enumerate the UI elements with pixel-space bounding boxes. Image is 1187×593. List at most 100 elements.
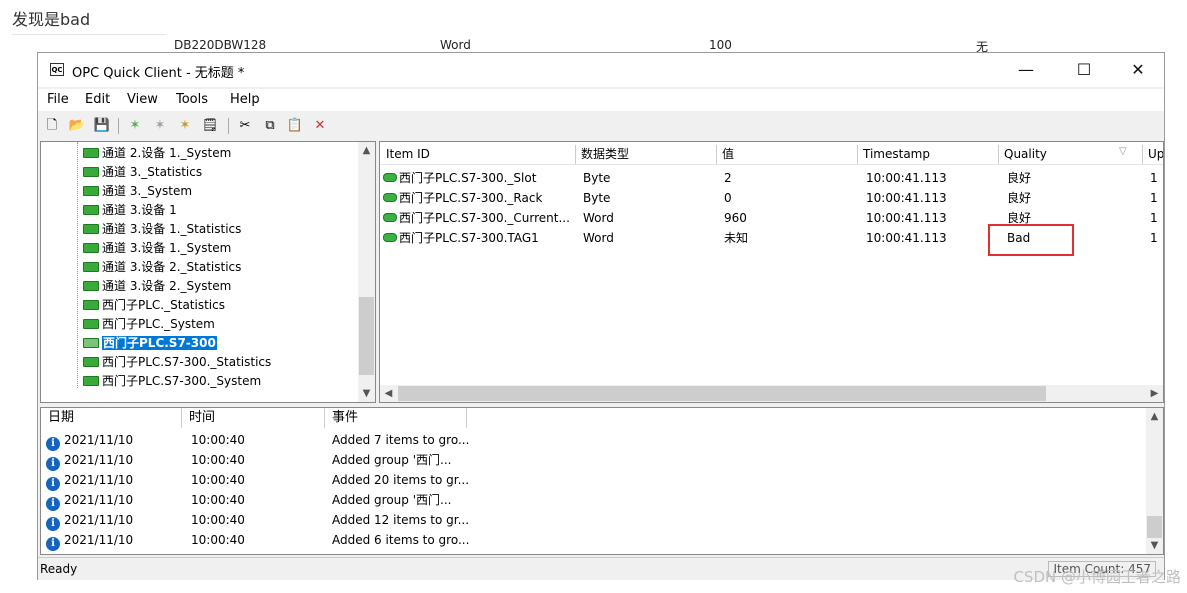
copy-icon[interactable]: ⧉ (261, 117, 279, 135)
log-date-cell: i 2021/11/10 (46, 450, 133, 471)
caption-text: 发现是bad (12, 10, 91, 29)
scroll-thumb[interactable] (1147, 516, 1162, 538)
log-time-cell: 10:00:40 (191, 473, 245, 487)
data-type-cell: Word (583, 231, 614, 245)
update-count-cell: 1 (1150, 171, 1158, 185)
col-header-item-id[interactable]: Item ID (381, 145, 576, 164)
timestamp-cell: 10:00:41.113 (866, 191, 947, 205)
info-icon: i (46, 457, 60, 471)
update-count-cell: 1 (1150, 231, 1158, 245)
tree-item[interactable]: 西门子PLC.S7-300._Statistics (83, 353, 271, 371)
col-header-timestamp[interactable]: Timestamp (858, 145, 999, 164)
title-bar[interactable]: QC OPC Quick Client - 无标题 * — ☐ ✕ (38, 53, 1164, 87)
col-header-update-count[interactable]: Up (1143, 145, 1163, 164)
properties-icon[interactable]: 🗒 (201, 117, 219, 135)
tag-icon (383, 213, 397, 222)
divider (12, 34, 167, 35)
event-log-panel[interactable]: 日期 时间 事件 i 2021/11/10 10:00:40 Added 7 it… (40, 407, 1164, 555)
menu-bar: File Edit View Tools Help (38, 89, 1164, 111)
scroll-thumb[interactable] (398, 386, 1046, 401)
folder-icon (83, 205, 99, 215)
scroll-down-icon[interactable]: ▼ (358, 385, 375, 402)
items-list-panel[interactable]: Item ID 数据类型 值 Timestamp Quality ▽ Up 西门… (379, 141, 1164, 403)
tree-item[interactable]: 西门子PLC._Statistics (83, 296, 225, 314)
items-horizontal-scrollbar[interactable]: ◀ ▶ (380, 385, 1163, 402)
item-id-cell: 西门子PLC.S7-300._Slot (383, 169, 536, 187)
status-bar: Ready Item Count: 457 (38, 557, 1164, 580)
highlight-box (988, 224, 1074, 256)
tree-item-selected[interactable]: 西门子PLC.S7-300 (83, 334, 218, 352)
new-server-icon[interactable]: ✶ (126, 117, 144, 135)
toolbar: 🗋 📂 💾 ✶ ✶ ✶ 🗒 ✂ ⧉ 📋 ✕ (38, 113, 1164, 139)
paste-icon[interactable]: 📋 (286, 117, 304, 135)
folder-icon (83, 300, 99, 310)
group-tree-panel[interactable]: 通道 2.设备 1._System 通道 3._Statistics 通道 3.… (40, 141, 376, 403)
tag-icon (383, 173, 397, 182)
info-icon: i (46, 537, 60, 551)
quality-cell: 良好 (1007, 171, 1032, 185)
tree-item[interactable]: 通道 2.设备 1._System (83, 144, 231, 162)
tree-item[interactable]: 通道 3.设备 2._System (83, 277, 231, 295)
log-date-cell: i 2021/11/10 (46, 430, 133, 451)
item-id-cell: 西门子PLC.S7-300.TAG1 (383, 229, 539, 247)
tree-item[interactable]: 西门子PLC.S7-300._System (83, 372, 261, 390)
folder-icon (83, 186, 99, 196)
col-header-event[interactable]: 事件 (325, 408, 467, 428)
scroll-right-icon[interactable]: ▶ (1146, 385, 1163, 402)
scroll-down-icon[interactable]: ▼ (1146, 537, 1163, 554)
item-id-cell: 西门子PLC.S7-300._Current... (383, 209, 570, 227)
new-group-icon[interactable]: ✶ (151, 117, 169, 135)
update-count-cell: 1 (1150, 211, 1158, 225)
menu-edit[interactable]: Edit (85, 92, 110, 107)
bg-cell: 100 (709, 38, 732, 52)
scroll-left-icon[interactable]: ◀ (380, 385, 397, 402)
log-scrollbar[interactable]: ▲ ▼ (1146, 408, 1163, 554)
toolbar-separator (118, 118, 119, 134)
scroll-up-icon[interactable]: ▲ (358, 142, 375, 159)
scroll-up-icon[interactable]: ▲ (1146, 408, 1163, 425)
folder-icon (83, 376, 99, 386)
menu-file[interactable]: File (47, 92, 69, 107)
delete-icon[interactable]: ✕ (311, 117, 329, 135)
menu-view[interactable]: View (127, 92, 158, 107)
open-icon[interactable]: 📂 (68, 117, 86, 135)
data-type-cell: Word (583, 211, 614, 225)
tree-item[interactable]: 通道 3.设备 1._System (83, 239, 231, 257)
minimize-button[interactable]: — (1006, 59, 1046, 81)
save-icon[interactable]: 💾 (93, 117, 111, 135)
new-icon[interactable]: 🗋 (43, 117, 61, 135)
col-header-data-type[interactable]: 数据类型 (576, 145, 717, 164)
value-cell: 2 (724, 171, 732, 185)
tree-scrollbar[interactable]: ▲ ▼ (358, 142, 375, 402)
timestamp-cell: 10:00:41.113 (866, 171, 947, 185)
app-icon: QC (50, 63, 64, 76)
col-header-time[interactable]: 时间 (182, 408, 325, 428)
tree-item[interactable]: 通道 3._System (83, 182, 192, 200)
folder-icon (83, 319, 99, 329)
opc-quick-client-window: QC OPC Quick Client - 无标题 * — ☐ ✕ File E… (37, 52, 1165, 580)
log-time-cell: 10:00:40 (191, 493, 245, 507)
tree-item[interactable]: 通道 3.设备 2._Statistics (83, 258, 241, 276)
new-item-icon[interactable]: ✶ (176, 117, 194, 135)
window-title: OPC Quick Client - 无标题 * (72, 66, 245, 81)
cut-icon[interactable]: ✂ (236, 117, 254, 135)
tree-item[interactable]: 通道 3._Statistics (83, 163, 202, 181)
maximize-button[interactable]: ☐ (1064, 59, 1104, 81)
info-icon: i (46, 477, 60, 491)
open-folder-icon (83, 338, 99, 348)
value-cell: 960 (724, 211, 747, 225)
scroll-thumb[interactable] (359, 297, 374, 375)
folder-icon (83, 167, 99, 177)
tree-item[interactable]: 通道 3.设备 1 (83, 201, 177, 219)
data-type-cell: Byte (583, 171, 611, 185)
menu-help[interactable]: Help (230, 92, 260, 107)
col-header-value[interactable]: 值 (717, 145, 858, 164)
menu-tools[interactable]: Tools (176, 92, 208, 107)
tree-item[interactable]: 西门子PLC._System (83, 315, 215, 333)
tree-item[interactable]: 通道 3.设备 1._Statistics (83, 220, 241, 238)
col-header-date[interactable]: 日期 (41, 408, 182, 428)
log-event-cell: Added 7 items to gro... (332, 433, 470, 447)
item-id-cell: 西门子PLC.S7-300._Rack (383, 189, 542, 207)
update-count-cell: 1 (1150, 191, 1158, 205)
close-button[interactable]: ✕ (1118, 59, 1158, 81)
